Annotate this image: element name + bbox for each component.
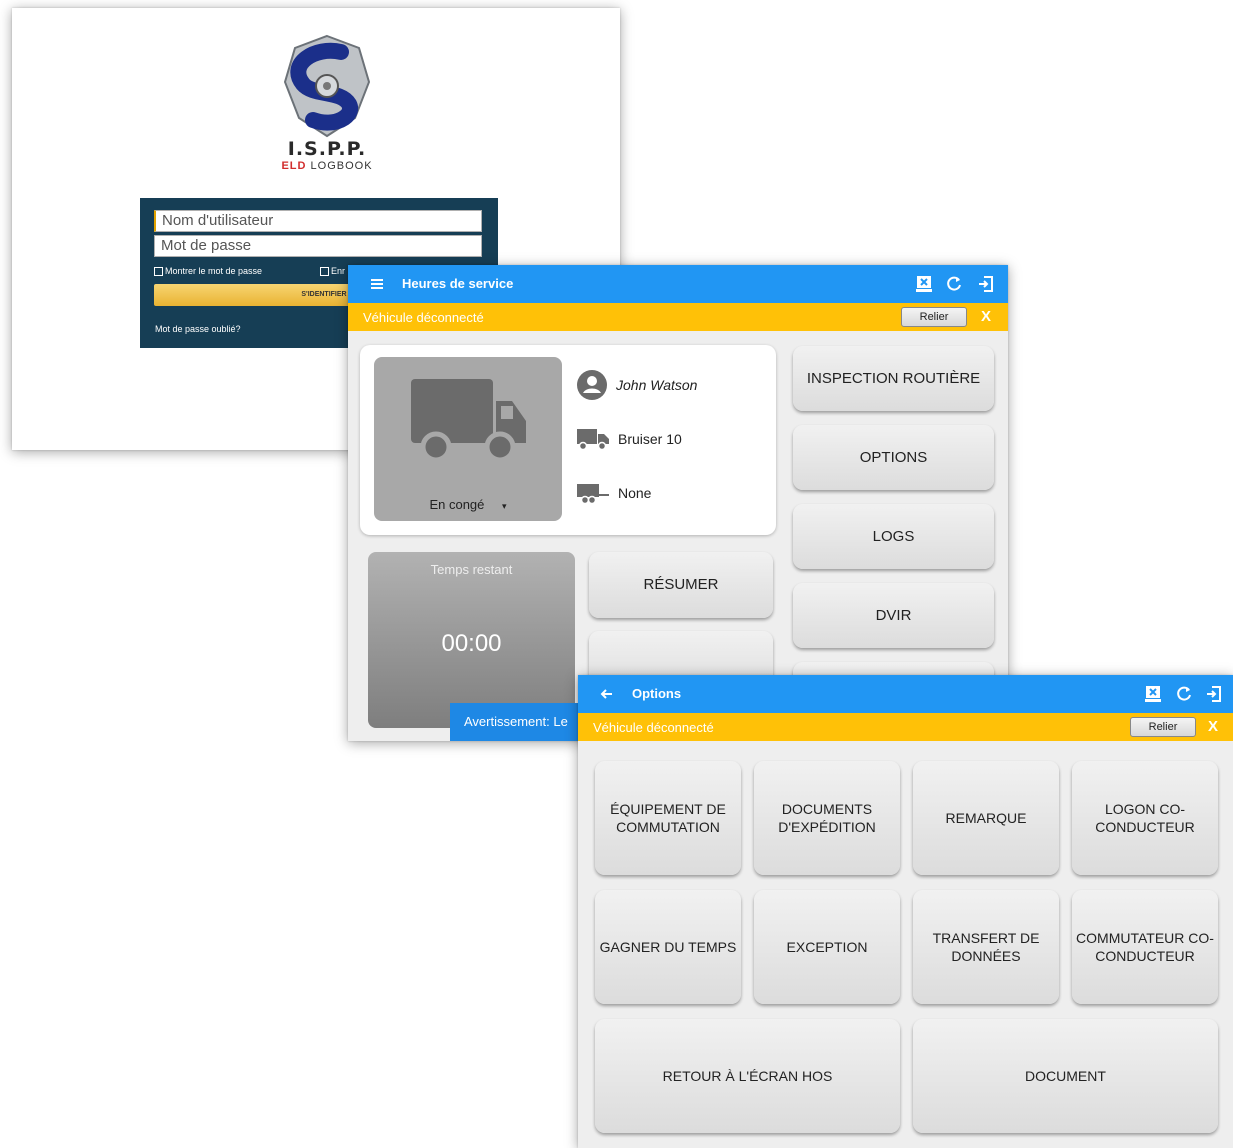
back-to-hos-button[interactable]: RETOUR À L'ÉCRAN HOS xyxy=(595,1019,900,1133)
duty-status-label: En congé xyxy=(429,497,485,512)
duty-status-panel[interactable]: En congé ▾ xyxy=(374,357,562,521)
connect-button[interactable]: Relier xyxy=(901,307,967,327)
shield-logo-icon xyxy=(283,34,371,138)
checkbox-icon xyxy=(154,266,163,276)
trailer-row: None xyxy=(576,481,651,505)
menu-icon[interactable] xyxy=(368,274,388,294)
brand-logbook: LOGBOOK xyxy=(310,160,373,172)
driver-card: En congé ▾ John Watson Bruiser 10 None xyxy=(360,345,776,535)
driver-name: John Watson xyxy=(616,377,698,393)
vehicle-status-text: Véhicule déconnecté xyxy=(363,310,484,325)
refresh-icon[interactable] xyxy=(944,274,964,294)
dvir-button[interactable]: DVIR xyxy=(793,583,994,648)
forgot-password-link[interactable]: Mot de passe oublié? xyxy=(155,324,241,334)
connect-button[interactable]: Relier xyxy=(1130,717,1196,737)
password-input[interactable]: Mot de passe xyxy=(154,235,482,257)
back-arrow-icon[interactable] xyxy=(597,684,617,704)
data-transfer-button[interactable]: TRANSFERT DE DONNÉES xyxy=(913,890,1059,1004)
remember-checkbox[interactable]: Enr xyxy=(320,266,345,276)
vehicle-status-bar: Véhicule déconnecté Relier X xyxy=(578,713,1233,741)
logout-icon[interactable] xyxy=(1204,684,1224,704)
logout-icon[interactable] xyxy=(976,274,996,294)
trailer-name: None xyxy=(618,485,652,501)
checkbox-icon xyxy=(320,266,329,276)
shipping-documents-button[interactable]: DOCUMENTS D'EXPÉDITION xyxy=(754,761,900,875)
resume-button[interactable]: RÉSUMER xyxy=(589,552,773,618)
time-remaining-value: 00:00 xyxy=(441,630,502,657)
account-circle-icon xyxy=(577,370,607,400)
codriver-logon-button[interactable]: LOGON CO-CONDUCTEUR xyxy=(1072,761,1218,875)
hos-screen: Heures de service Véhicule déconnecté Re… xyxy=(348,265,1008,741)
disconnected-device-icon[interactable] xyxy=(1143,684,1163,704)
document-button[interactable]: DOCUMENT xyxy=(913,1019,1218,1133)
dismiss-button[interactable]: X xyxy=(1208,718,1218,735)
time-remaining-panel: Temps restant 00:00 xyxy=(368,552,575,728)
page-title: Heures de service xyxy=(402,276,514,291)
driver-row: John Watson xyxy=(576,369,697,401)
show-password-label: Montrer le mot de passe xyxy=(165,266,263,276)
vehicle-row: Bruiser 10 xyxy=(576,427,682,451)
remark-button[interactable]: REMARQUE xyxy=(913,761,1059,875)
brand-name: I.S.P.P. xyxy=(287,138,367,160)
truck-icon xyxy=(411,379,526,463)
page-title: Options xyxy=(632,686,682,701)
truck-small-icon xyxy=(577,429,609,451)
brand-eld: ELD xyxy=(281,160,307,172)
vehicle-status-bar: Véhicule déconnecté Relier X xyxy=(348,303,1008,331)
logs-button[interactable]: LOGS xyxy=(793,504,994,569)
roadside-inspection-button[interactable]: INSPECTION ROUTIÈRE xyxy=(793,346,994,411)
trailer-icon xyxy=(577,484,609,505)
dismiss-button[interactable]: X xyxy=(981,308,991,325)
options-appbar: Options xyxy=(578,675,1233,713)
options-button[interactable]: OPTIONS xyxy=(793,425,994,490)
vehicle-status-text: Véhicule déconnecté xyxy=(593,720,714,735)
hos-appbar: Heures de service xyxy=(348,265,1008,303)
options-screen: Options Véhicule déconnecté Relier X ÉQU… xyxy=(578,675,1233,1148)
time-remaining-label: Temps restant xyxy=(430,562,513,577)
disconnected-device-icon[interactable] xyxy=(914,274,934,294)
codriver-switch-button[interactable]: COMMUTATEUR CO-CONDUCTEUR xyxy=(1072,890,1218,1004)
vehicle-name: Bruiser 10 xyxy=(618,431,682,447)
duty-status-dropdown[interactable]: En congé ▾ xyxy=(374,497,562,512)
exception-button[interactable]: EXCEPTION xyxy=(754,890,900,1004)
username-input[interactable]: Nom d'utilisateur xyxy=(154,210,482,232)
refresh-icon[interactable] xyxy=(1174,684,1194,704)
brand-subtitle: ELD LOGBOOK xyxy=(257,160,397,172)
ispp-logo: I.S.P.P. ELD LOGBOOK xyxy=(257,34,397,176)
switching-equipment-button[interactable]: ÉQUIPEMENT DE COMMUTATION xyxy=(595,761,741,875)
remember-label: Enr xyxy=(331,266,346,276)
show-password-checkbox[interactable]: Montrer le mot de passe xyxy=(154,266,262,276)
gain-time-button[interactable]: GAGNER DU TEMPS xyxy=(595,890,741,1004)
dropdown-arrow-icon: ▾ xyxy=(502,501,507,511)
